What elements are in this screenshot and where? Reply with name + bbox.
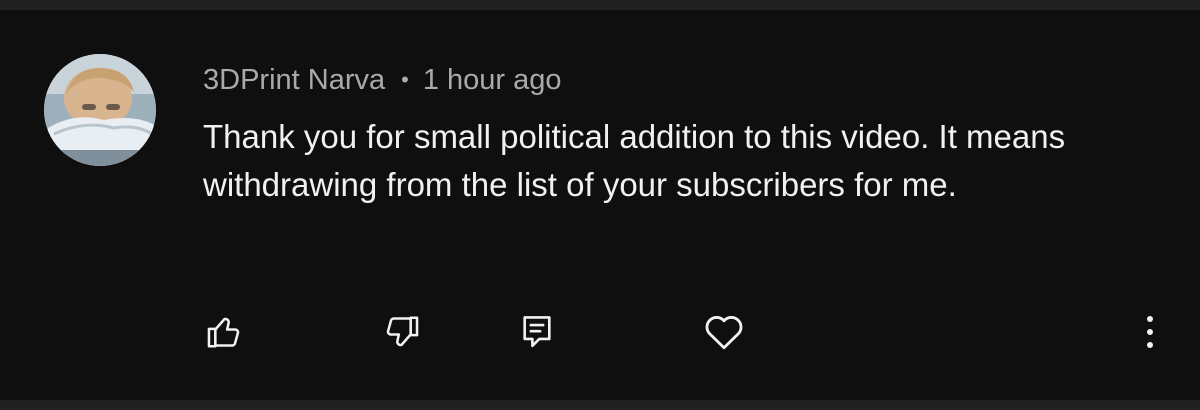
more-options-button[interactable] (1128, 310, 1172, 354)
bottom-divider-bar (0, 400, 1200, 410)
like-button[interactable] (202, 310, 246, 354)
top-divider-bar (0, 0, 1200, 10)
author-name[interactable]: 3DPrint Narva (203, 64, 385, 97)
thumbs-up-icon (205, 313, 243, 351)
comment-screen: 3DPrint Narva • 1 hour ago Thank you for… (0, 0, 1200, 410)
heart-icon (703, 312, 745, 352)
more-vertical-icon (1144, 314, 1156, 350)
heart-button[interactable] (702, 310, 746, 354)
avatar[interactable] (44, 54, 156, 166)
comment-meta: 3DPrint Narva • 1 hour ago (203, 60, 562, 100)
meta-separator: • (401, 67, 409, 92)
comment-text: Thank you for small political addition t… (203, 118, 1066, 203)
reply-button[interactable] (515, 310, 559, 354)
reply-comment-icon (518, 312, 556, 352)
thumbs-down-icon (383, 313, 421, 351)
dislike-button[interactable] (380, 310, 424, 354)
comment-timestamp[interactable]: 1 hour ago (423, 64, 562, 97)
